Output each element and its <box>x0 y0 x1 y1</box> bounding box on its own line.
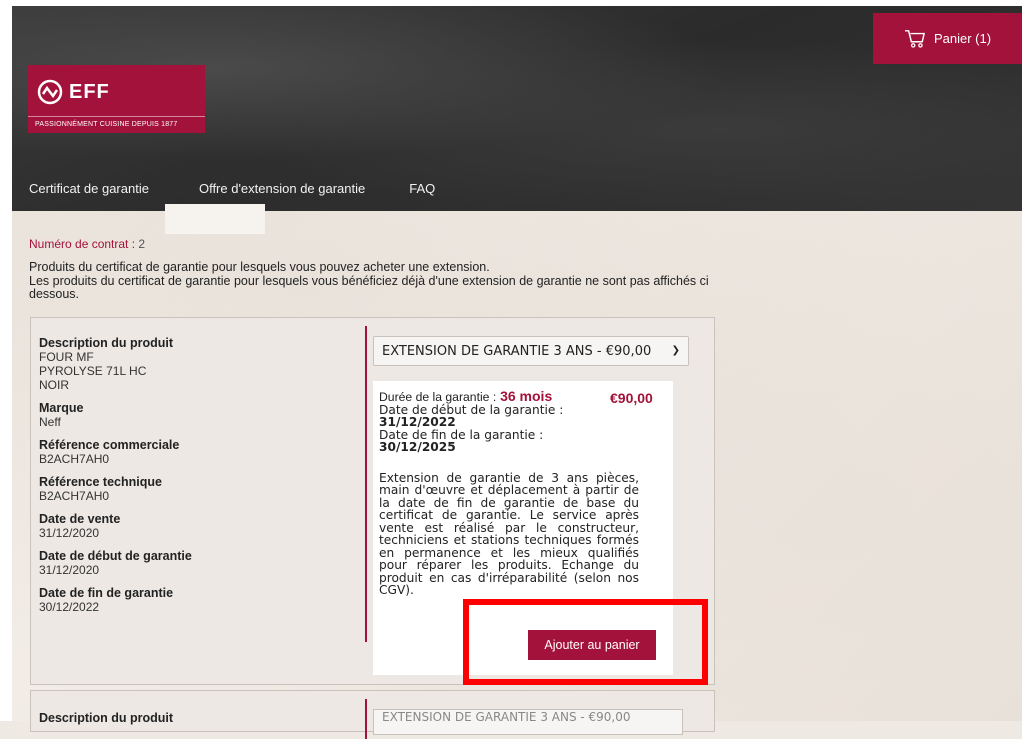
neff-emblem-icon <box>37 79 63 105</box>
extension-select-value: EXTENSION DE GARANTIE 3 ANS - €90,00 <box>382 343 652 359</box>
intro-line-1: Produits du certificat de garantie pour … <box>29 260 490 274</box>
logo-brand: EFF <box>69 80 110 103</box>
warranty-start-value: 31/12/2020 <box>39 563 100 577</box>
commercial-ref-value: B2ACH7AH0 <box>39 452 110 466</box>
commercial-ref-label: Référence commerciale <box>39 438 180 452</box>
highlight-box <box>463 599 708 685</box>
chevron-down-icon: ❯ <box>671 345 680 356</box>
nav-warranty-certificate[interactable]: Certificat de garantie <box>29 181 149 196</box>
extension-select[interactable]: EXTENSION DE GARANTIE 3 ANS - €90,00 ❯ <box>373 336 689 366</box>
left-margin <box>0 0 12 721</box>
description-value: FOUR MF PYROLYSE 71L HC NOIR <box>39 350 147 392</box>
column-divider-2 <box>365 699 367 739</box>
intro-text: Produits du certificat de garantie pour … <box>29 260 719 302</box>
cart-button[interactable]: Panier (1) <box>873 13 1022 64</box>
description-label-2: Description du produit <box>39 711 174 725</box>
sale-date-label: Date de vente <box>39 512 121 526</box>
duration-value: 36 mois <box>500 388 553 404</box>
contract-value: 2 <box>138 237 146 251</box>
warranty-start-label: Date de début de garantie <box>39 549 192 563</box>
extension-select-2[interactable]: EXTENSION DE GARANTIE 3 ANS - €90,00 <box>373 709 683 735</box>
brand-value: Neff <box>39 415 61 429</box>
logo-divider <box>28 116 205 117</box>
warranty-end-label: Date de fin de garantie <box>39 586 174 600</box>
intro-line-2: Les produits du certificat de garantie p… <box>29 273 709 301</box>
main-nav: Certificat de garantie Offre d'extension… <box>29 181 485 196</box>
duration-label: Durée de la garantie : <box>379 390 497 404</box>
active-tab-indicator <box>165 204 265 234</box>
end-date-value: 30/12/2025 <box>379 440 456 454</box>
start-date-value: 31/12/2022 <box>379 415 456 429</box>
description-label: Description du produit <box>39 336 174 350</box>
contract-number: Numéro de contrat : 2 <box>29 237 145 251</box>
technical-ref-label: Référence technique <box>39 475 162 489</box>
warranty-end-value: 30/12/2022 <box>39 600 100 614</box>
cart-label: Panier (1) <box>933 31 992 46</box>
offer-description: Extension de garantie de 3 ans pièces, m… <box>379 470 639 597</box>
nav-extension-offer[interactable]: Offre d'extension de garantie <box>199 181 365 196</box>
product-card-2: Description du produit EXTENSION DE GARA… <box>30 690 715 739</box>
nav-faq[interactable]: FAQ <box>409 181 435 196</box>
column-divider <box>365 326 367 642</box>
cart-icon <box>904 29 925 48</box>
neff-logo[interactable]: EFF PASSIONNÉMENT CUISINE DEPUIS 1877 <box>28 65 205 133</box>
technical-ref-value: B2ACH7AH0 <box>39 489 110 503</box>
brand-label: Marque <box>39 401 84 415</box>
contract-label: Numéro de contrat : <box>29 237 136 251</box>
logo-tagline: PASSIONNÉMENT CUISINE DEPUIS 1877 <box>35 121 178 128</box>
sale-date-value: 31/12/2020 <box>39 526 100 540</box>
product-details: Description du produit FOUR MF PYROLYSE … <box>39 336 349 623</box>
logo-mark: EFF <box>37 79 110 105</box>
